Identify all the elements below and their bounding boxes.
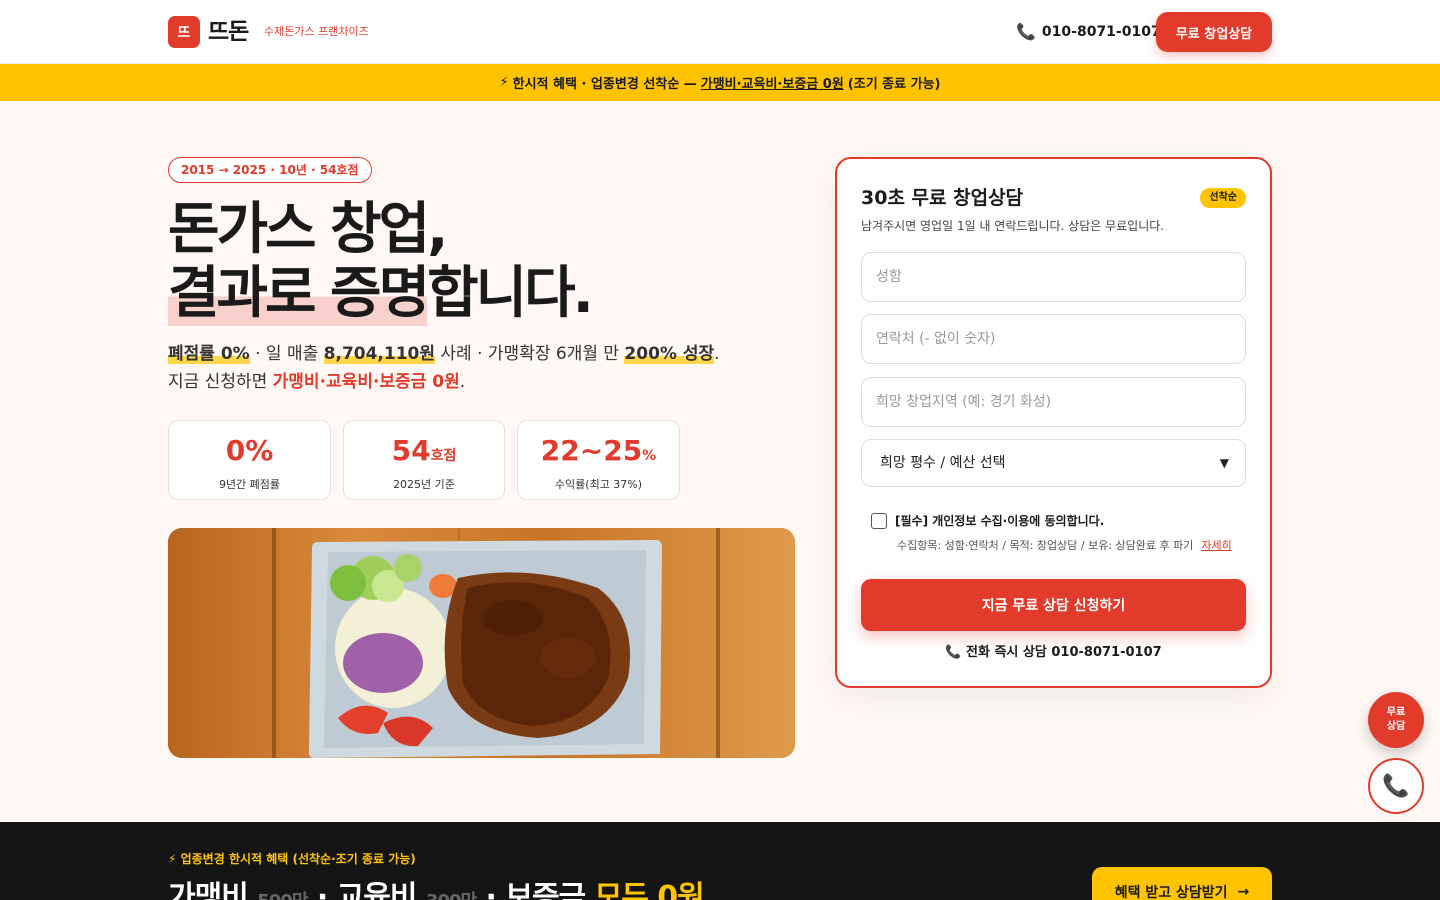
lead-text: 사례 · 가맹확장 6개월 만: [435, 344, 625, 364]
lead-text: .: [459, 372, 466, 392]
history-pill: 2015 → 2025 · 10년 · 54호점: [168, 157, 372, 183]
lightning-icon: ⚡: [499, 75, 509, 90]
floating-phone-button[interactable]: 📞: [1368, 758, 1424, 814]
hero-title-highlight: 결과로 증명: [168, 261, 430, 326]
stat-label: 수익률(최고 37%): [554, 478, 643, 491]
stat-label: 9년간 폐점률: [218, 478, 281, 491]
logo-subtitle: 수제돈가스 프랜차이즈: [264, 25, 369, 38]
promo-highlight: 가맹비·교육비·보증금 0원: [700, 77, 844, 92]
promo-bar: ⚡ 한시적 혜택 · 업종변경 선착순 — 가맹비·교육비·보증금 0원 (조기…: [0, 64, 1440, 101]
instant-call-link[interactable]: 📞 전화 즉시 상담 010-8071-0107: [837, 641, 1270, 660]
lead-free-fees: 가맹비·교육비·보증금 0원: [272, 372, 460, 392]
lead-text: · 일 매출: [249, 344, 324, 364]
hero-lead: 폐점률 0% · 일 매출 8,704,110원 사례 · 가맹확장 6개월 만…: [168, 340, 808, 396]
logo-text[interactable]: 뜨돈: [208, 16, 249, 48]
header-consult-button[interactable]: 무료 창업상담: [1156, 12, 1272, 52]
arrow-right-icon: →: [1237, 884, 1250, 900]
lead-daily-sales: 8,704,110원: [323, 344, 436, 364]
phone-input[interactable]: 연락처 (- 없이 숫자): [861, 314, 1246, 364]
region-input[interactable]: 희망 창업지역 (예: 경기 화성): [861, 377, 1246, 427]
instant-call-text: 전화 즉시 상담 010-8071-0107: [966, 645, 1162, 660]
floating-consult-line2: 상담: [1386, 721, 1406, 732]
old-price: 500만: [257, 891, 308, 900]
benefit-text: 가맹비: [168, 880, 258, 900]
floating-consult-button[interactable]: 무료상담: [1368, 692, 1424, 748]
lead-growth: 200% 성장: [624, 344, 715, 364]
stat-card-stores: 54호점 2025년 기준: [343, 420, 505, 500]
consent-note-text: 수집항목: 성함·연락처 / 목적: 창업상담 / 보유: 상담완료 후 파기: [897, 539, 1194, 552]
phone-icon: 📞: [945, 645, 962, 660]
tonkatsu-photo: [168, 528, 795, 758]
consent-more-link[interactable]: 자세히: [1201, 537, 1231, 553]
benefit-band: ⚡ 업종변경 한시적 혜택 (선착순·조기 종료 가능) 가맹비 500만 · …: [0, 822, 1440, 900]
consent-label: [필수] 개인정보 수집·이용에 동의합니다.: [895, 514, 1105, 528]
form-title: 30초 무료 창업상담: [861, 187, 1024, 209]
consent-row: [필수] 개인정보 수집·이용에 동의합니다.: [871, 512, 1104, 529]
lead-closure-rate: 폐점률 0%: [168, 344, 250, 364]
stat-card-closure: 0% 9년간 폐점률: [168, 420, 331, 500]
stat-label: 2025년 기준: [393, 478, 455, 491]
header-phone-link[interactable]: 📞 010-8071-0107: [1016, 20, 1161, 44]
stat-value: 0%: [225, 434, 274, 467]
phone-icon: 📞: [1382, 773, 1410, 799]
site-header: 뜨 뜨돈 수제돈가스 프랜차이즈 📞 010-8071-0107 무료 창업상담: [0, 0, 1440, 64]
logo-badge[interactable]: 뜨: [168, 16, 200, 48]
lead-text: 지금 신청하면: [168, 372, 273, 392]
benefit-text: · 교육비: [307, 880, 426, 900]
first-come-badge: 선착순: [1200, 188, 1246, 208]
budget-select-value: 희망 평수 / 예산 선택: [880, 455, 1006, 471]
stat-unit: 호점: [430, 448, 457, 464]
stat-card-profit: 22~25% 수익률(최고 37%): [517, 420, 680, 500]
benefit-free: 모두 0원: [594, 880, 705, 900]
stat-unit: %: [642, 448, 657, 464]
form-description: 남겨주시면 영업일 1일 내 연락드립니다. 상담은 무료입니다.: [861, 219, 1165, 233]
stat-value: 54: [391, 434, 431, 467]
consult-form-card: 30초 무료 창업상담 선착순 남겨주시면 영업일 1일 내 연락드립니다. 상…: [835, 157, 1272, 688]
chevron-down-icon: ▼: [1219, 456, 1229, 470]
budget-select[interactable]: 희망 평수 / 예산 선택 ▼: [861, 439, 1246, 487]
benefit-consult-label: 혜택 받고 상담받기: [1114, 885, 1228, 900]
benefit-tag: ⚡ 업종변경 한시적 혜택 (선착순·조기 종료 가능): [168, 852, 416, 866]
promo-lead: 한시적 혜택 · 업종변경 선착순 —: [512, 77, 697, 92]
benefit-consult-button[interactable]: 혜택 받고 상담받기 →: [1092, 867, 1272, 900]
floating-consult-line1: 무료: [1386, 707, 1406, 718]
consent-note: 수집항목: 성함·연락처 / 목적: 창업상담 / 보유: 상담완료 후 파기 …: [897, 537, 1232, 553]
stat-value: 22~25: [540, 434, 643, 467]
name-input[interactable]: 성함: [861, 252, 1246, 302]
lead-text: .: [714, 344, 720, 364]
header-phone-number: 010-8071-0107: [1041, 24, 1161, 40]
submit-button[interactable]: 지금 무료 상담 신청하기: [861, 579, 1246, 631]
promo-tail: (조기 종료 가능): [847, 77, 941, 92]
hero-title: 돈가스 창업, 결과로 증명합니다.: [168, 197, 594, 326]
hero-title-rest: 합니다.: [427, 261, 594, 326]
consent-checkbox[interactable]: [871, 512, 887, 529]
old-price: 300만: [426, 891, 477, 900]
benefit-heading: 가맹비 500만 · 교육비 300만 · 보증금 모두 0원: [168, 872, 705, 900]
phone-icon: 📞: [1016, 22, 1036, 41]
benefit-text: · 보증금: [476, 880, 595, 900]
hero-title-line1: 돈가스 창업,: [168, 197, 448, 262]
hero-title-line2: 결과로 증명합니다.: [168, 261, 594, 326]
